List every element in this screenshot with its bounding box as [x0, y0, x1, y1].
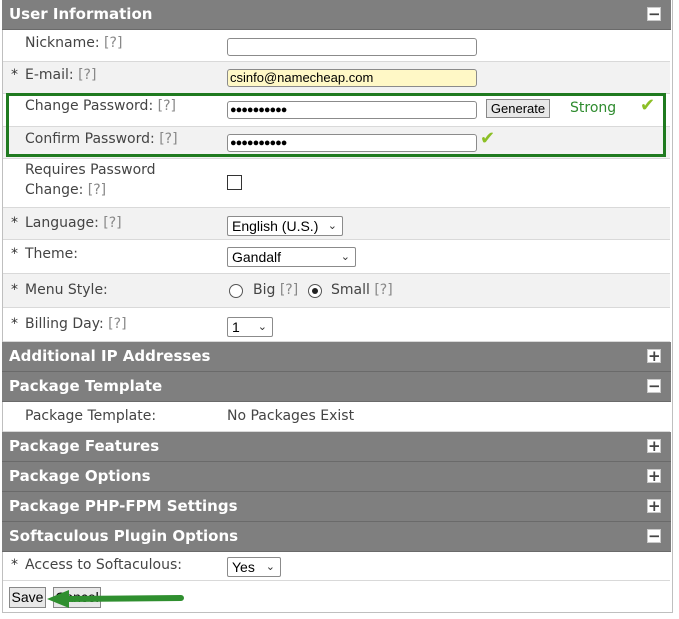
language-label: Language:	[25, 215, 99, 231]
language-value: English (U.S.)	[232, 218, 319, 234]
package-template-value: No Packages Exist	[227, 408, 355, 424]
theme-row: * Theme: Gandalf ⌄	[3, 240, 670, 274]
nickname-row: Nickname: [?]	[3, 30, 670, 62]
chevron-down-icon: ⌄	[257, 321, 267, 333]
package-template-row: Package Template: No Packages Exist	[3, 402, 670, 432]
softaculous-access-value: Yes	[232, 559, 255, 575]
password-highlight-box	[6, 93, 666, 157]
requires-password-change-row: Requires Password Change: [?]	[3, 159, 670, 208]
section-package-php-fpm-settings[interactable]: Package PHP-FPM Settings +	[2, 492, 671, 522]
menu-style-label: Menu Style:	[25, 282, 108, 298]
help-icon[interactable]: [?]	[104, 35, 122, 51]
required-mark: *	[11, 246, 18, 262]
chevron-down-icon: ⌄	[340, 251, 350, 263]
billing-day-value: 1	[232, 319, 240, 335]
language-row: * Language: [?] English (U.S.) ⌄	[3, 208, 670, 240]
section-title: Package Options	[9, 467, 151, 485]
section-title: Softaculous Plugin Options	[9, 527, 239, 545]
billing-day-select[interactable]: 1 ⌄	[227, 317, 273, 337]
save-button[interactable]: Save	[9, 587, 46, 608]
requires-change-label-2: Change:	[25, 182, 84, 198]
help-icon[interactable]: [?]	[88, 182, 106, 198]
nickname-label: Nickname:	[25, 35, 100, 51]
section-title: Additional IP Addresses	[9, 347, 211, 365]
softaculous-access-row: * Access to Softaculous: Yes ⌄	[3, 552, 670, 581]
chevron-down-icon: ⌄	[327, 220, 337, 232]
required-mark: *	[11, 316, 18, 332]
softaculous-access-select[interactable]: Yes ⌄	[227, 557, 281, 577]
help-icon[interactable]: [?]	[103, 215, 121, 231]
required-mark: *	[11, 557, 18, 573]
help-icon[interactable]: [?]	[78, 67, 96, 83]
section-softaculous-plugin-options[interactable]: Softaculous Plugin Options −	[2, 522, 671, 552]
expand-icon[interactable]: +	[647, 439, 661, 454]
billing-day-row: * Billing Day: [?] 1 ⌄	[3, 308, 670, 342]
section-title: Package Features	[9, 437, 160, 455]
collapse-icon[interactable]: −	[647, 529, 661, 544]
collapse-icon[interactable]: −	[647, 7, 661, 22]
theme-label: Theme:	[25, 246, 79, 262]
softaculous-access-label: Access to Softaculous:	[25, 557, 182, 573]
menu-style-row: * Menu Style: Big [?] Small [?]	[3, 274, 670, 308]
requires-change-label: Requires Password	[25, 162, 156, 178]
section-additional-ip-addresses[interactable]: Additional IP Addresses +	[2, 342, 671, 372]
section-title: User Information	[9, 5, 153, 23]
email-input[interactable]: csinfo@namecheap.com	[227, 69, 477, 87]
help-icon[interactable]: [?]	[108, 316, 126, 332]
expand-icon[interactable]: +	[647, 499, 661, 514]
help-icon[interactable]: [?]	[374, 282, 392, 298]
collapse-icon[interactable]: −	[647, 379, 661, 394]
help-icon[interactable]: [?]	[280, 282, 298, 298]
required-mark: *	[11, 282, 18, 298]
menu-style-big-radio[interactable]	[229, 284, 243, 298]
required-mark: *	[11, 215, 18, 231]
language-select[interactable]: English (U.S.) ⌄	[227, 216, 343, 236]
chevron-down-icon: ⌄	[265, 561, 275, 573]
menu-style-small-radio[interactable]	[308, 284, 322, 298]
section-title: Package PHP-FPM Settings	[9, 497, 238, 515]
section-package-options[interactable]: Package Options +	[2, 462, 671, 492]
section-user-information[interactable]: User Information −	[2, 0, 671, 30]
billing-day-label: Billing Day:	[25, 316, 104, 332]
email-row: * E-mail: [?] csinfo@namecheap.com	[3, 62, 670, 94]
section-title: Package Template	[9, 377, 163, 395]
expand-icon[interactable]: +	[647, 469, 661, 484]
section-package-template[interactable]: Package Template −	[2, 372, 671, 402]
package-template-label: Package Template:	[25, 408, 157, 424]
required-mark: *	[11, 67, 18, 83]
expand-icon[interactable]: +	[647, 349, 661, 364]
email-label: E-mail:	[25, 67, 74, 83]
theme-select[interactable]: Gandalf ⌄	[227, 247, 356, 267]
section-package-features[interactable]: Package Features +	[2, 432, 671, 462]
theme-value: Gandalf	[232, 249, 282, 265]
nickname-input[interactable]	[227, 38, 477, 56]
menu-style-big-label: Big	[253, 282, 276, 298]
menu-style-small-label: Small	[331, 282, 370, 298]
arrow-annotation-icon	[47, 590, 184, 608]
requires-change-checkbox[interactable]	[227, 175, 242, 190]
